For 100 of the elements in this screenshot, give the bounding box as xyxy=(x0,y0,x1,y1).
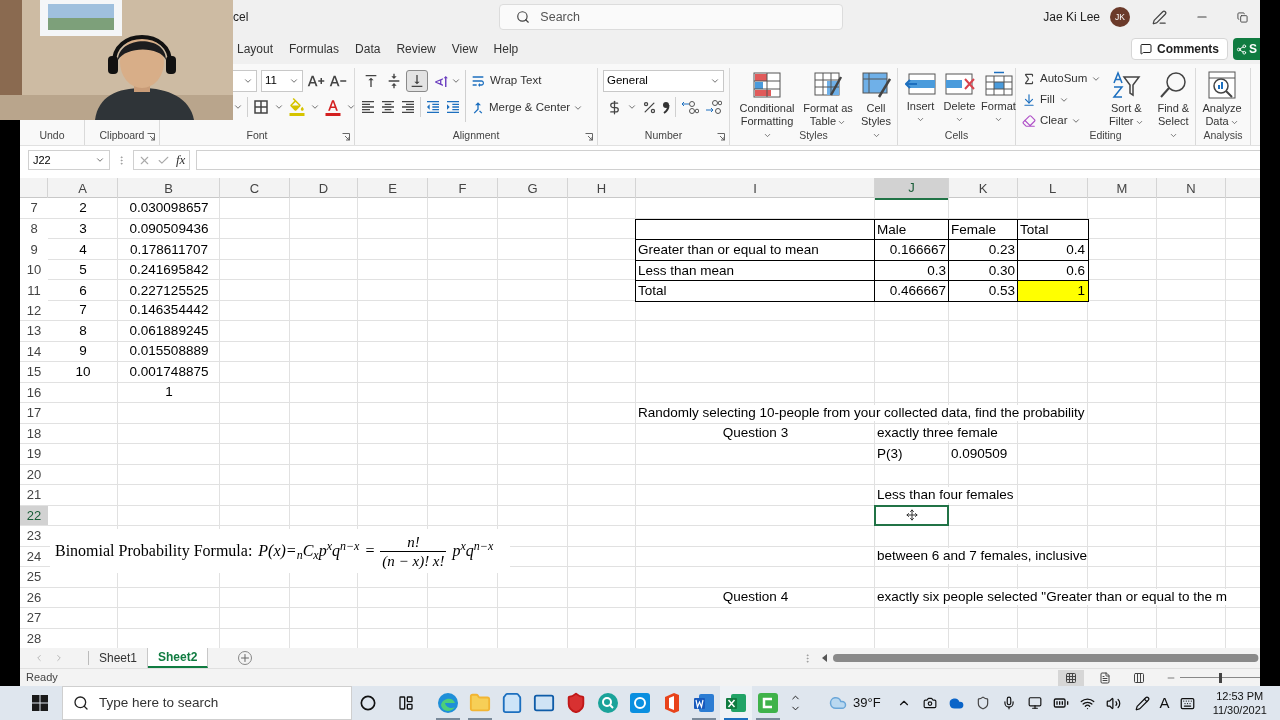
ribbon-button[interactable]: Sort & Filter xyxy=(1104,68,1149,128)
insert-function-button[interactable]: fx xyxy=(176,150,186,170)
delete-cells-icon xyxy=(943,71,976,97)
explorer-icon xyxy=(469,692,491,714)
security-icon[interactable] xyxy=(975,696,990,710)
pen-icon[interactable] xyxy=(1152,9,1167,25)
column-header[interactable]: B xyxy=(118,178,220,200)
temperature[interactable]: 39°F xyxy=(853,693,881,713)
table-cell: 0.23 xyxy=(948,239,1019,262)
editing-command[interactable]: Clear xyxy=(1022,111,1102,130)
column-header[interactable]: J xyxy=(875,178,949,200)
align-right-icon[interactable] xyxy=(400,99,416,115)
name-box[interactable]: J22 xyxy=(28,150,110,170)
chevron-down-icon xyxy=(346,102,356,112)
decrease-decimal-icon[interactable] xyxy=(704,99,722,115)
selected-cell[interactable] xyxy=(874,504,949,526)
row-header[interactable]: 22 xyxy=(20,505,48,525)
restore-icon[interactable] xyxy=(1237,11,1248,23)
cortana-icon[interactable] xyxy=(360,695,376,711)
zoom-slider[interactable] xyxy=(1180,671,1260,684)
dialog-launcher-icon xyxy=(147,133,155,141)
merge-center-button[interactable]: Merge & Center xyxy=(470,97,584,119)
clock[interactable]: 12:53 PM 11/30/2021 xyxy=(1212,689,1267,717)
increase-decimal-icon[interactable] xyxy=(681,99,699,115)
move-cursor-icon xyxy=(905,509,918,522)
ribbon-tab[interactable]: Help xyxy=(493,40,519,58)
horizontal-scrollbar[interactable] xyxy=(820,653,1260,663)
column-header[interactable]: C xyxy=(220,178,290,200)
search-field[interactable]: Search xyxy=(499,4,844,30)
taskbar-app[interactable] xyxy=(720,686,752,720)
ribbon-button[interactable]: Format xyxy=(980,68,1017,124)
ribbon-button[interactable]: Format as Table xyxy=(800,68,856,128)
ribbon-tab[interactable]: Formulas xyxy=(289,40,340,58)
column-header[interactable]: E xyxy=(358,178,428,200)
share-button[interactable]: S xyxy=(1233,38,1260,60)
wrap-text-button[interactable]: Wrap Text xyxy=(470,70,584,92)
ribbon-tab[interactable]: View xyxy=(451,40,478,58)
editing-command[interactable]: AutoSum xyxy=(1022,69,1102,88)
ribbon-tab[interactable]: Data xyxy=(355,40,381,58)
cell-text: Question 3 xyxy=(722,425,789,442)
denominator: (n − x)! x! xyxy=(382,551,445,570)
keyboard-icon[interactable] xyxy=(1179,695,1195,711)
display-icon[interactable] xyxy=(1027,696,1042,710)
input-indicator[interactable]: A xyxy=(1159,691,1170,715)
task-view-icon[interactable] xyxy=(398,695,414,711)
number-format-dropdown[interactable]: General xyxy=(603,70,724,92)
table-cell: Less than mean xyxy=(635,259,876,282)
conditional-formatting-icon xyxy=(752,71,782,99)
start-button[interactable] xyxy=(32,695,48,711)
cell-text: exactly six people selected "Greater than or equal to the m xyxy=(877,589,1227,606)
column-header[interactable]: G xyxy=(498,178,568,200)
normal-view-icon[interactable] xyxy=(1058,669,1084,686)
sheet-tab[interactable]: Sheet2 xyxy=(148,648,209,668)
microphone-icon[interactable] xyxy=(1001,696,1016,710)
chevron-down-icon xyxy=(916,115,925,124)
row-header[interactable]: 10 xyxy=(20,259,48,281)
ribbon-tab[interactable]: Layout xyxy=(237,40,274,58)
column-header[interactable]: M xyxy=(1088,178,1157,200)
font-size-dropdown[interactable]: 11 xyxy=(261,70,303,92)
increase-indent-icon[interactable] xyxy=(445,99,461,115)
row-header[interactable]: 9 xyxy=(20,239,48,261)
align-center-icon[interactable] xyxy=(380,99,396,115)
ribbon-button[interactable]: Find & Select xyxy=(1151,68,1196,141)
taskbar-search-field[interactable]: Type here to search xyxy=(62,686,352,720)
ribbon-button[interactable]: Conditional Formatting xyxy=(734,68,800,141)
comma-style-icon[interactable] xyxy=(662,100,670,114)
align-left-icon[interactable] xyxy=(360,99,376,115)
borders-icon[interactable] xyxy=(252,98,270,116)
fill-color-icon[interactable] xyxy=(288,98,306,116)
wifi-icon[interactable] xyxy=(1079,695,1095,711)
formula-text: P(x)=$_{n}$C$_{x}$p$^{x}$q$^{n−x}$ xyxy=(258,539,360,563)
comments-button[interactable]: Comments xyxy=(1130,38,1228,60)
column-header[interactable]: F xyxy=(428,178,498,200)
user-avatar[interactable]: JK xyxy=(1110,7,1130,27)
ribbon-button[interactable]: Cell Styles xyxy=(856,68,896,141)
ribbon-button[interactable]: Delete xyxy=(941,68,978,124)
camera-icon[interactable] xyxy=(922,696,937,710)
currency-icon[interactable] xyxy=(607,99,622,115)
cloud-icon[interactable] xyxy=(948,695,964,711)
column-header[interactable]: H xyxy=(568,178,636,200)
column-header[interactable]: A xyxy=(48,178,118,200)
ribbon-button[interactable]: Analyze Data xyxy=(1196,68,1248,128)
column-header[interactable]: D xyxy=(290,178,358,200)
align-bottom-icon[interactable] xyxy=(406,70,428,92)
column-header[interactable]: N xyxy=(1157,178,1226,200)
numerator: n! xyxy=(407,532,420,551)
row-header[interactable]: 8 xyxy=(20,218,48,240)
column-header[interactable]: L xyxy=(1018,178,1088,200)
row-header[interactable]: 11 xyxy=(20,280,48,302)
ribbon-button[interactable]: Insert xyxy=(902,68,939,124)
decrease-indent-icon[interactable] xyxy=(425,99,441,115)
battery-icon[interactable] xyxy=(1052,695,1069,711)
ribbon-tab[interactable]: Review xyxy=(396,40,436,58)
pen-icon[interactable] xyxy=(1134,695,1150,711)
editing-command[interactable]: Fill xyxy=(1022,90,1102,109)
volume-icon[interactable] xyxy=(1105,695,1121,711)
column-header[interactable]: K xyxy=(949,178,1018,200)
font-color-icon[interactable] xyxy=(324,98,342,116)
percent-icon[interactable] xyxy=(642,99,657,115)
formula-input[interactable] xyxy=(196,150,1260,170)
